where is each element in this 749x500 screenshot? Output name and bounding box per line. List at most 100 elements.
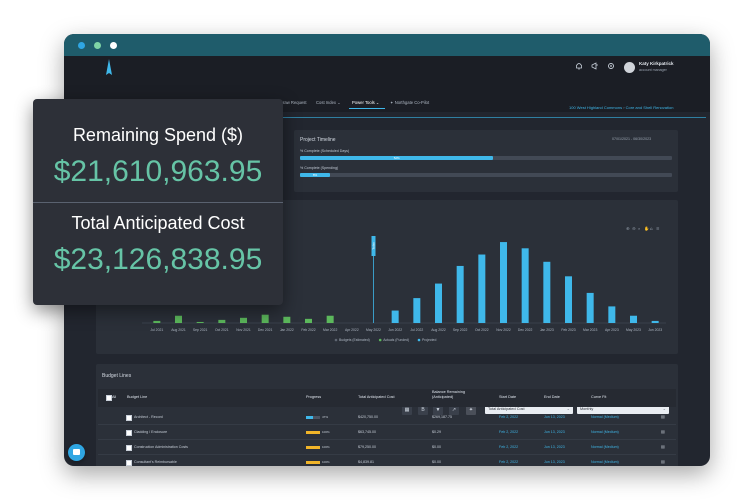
legend-label-0: Budgets (Estimated): [339, 338, 370, 342]
scheduled-progress-text: 52%: [393, 156, 400, 160]
row-details-icon[interactable]: ▤: [661, 459, 665, 464]
bar-actuals-funded--0: [153, 320, 161, 323]
x-tick-label: Oct 2022: [475, 328, 489, 332]
today-marker-label: Today: [372, 242, 376, 250]
nav-northgate-copilot[interactable]: ✦ Northgate Co-Pilot: [390, 100, 429, 105]
x-tick-label: Jun 2022: [388, 328, 402, 332]
nav-power-tools[interactable]: Power Tools ⌄: [352, 100, 379, 105]
row-progress-bar: [306, 446, 320, 449]
col-budget-line[interactable]: Budget Line: [127, 395, 147, 399]
row-progress-bar: [306, 461, 320, 464]
row-checkbox[interactable]: [126, 460, 132, 466]
row-progress-text: 47%: [322, 415, 329, 419]
chevron-down-icon: ⌄: [375, 100, 380, 105]
row-checkbox[interactable]: [126, 430, 132, 436]
window-dot-maximize[interactable]: [110, 42, 117, 49]
menu-icon: ≡: [656, 226, 660, 231]
bar-projected-11: [391, 310, 399, 323]
row-progress-text: 100%: [322, 430, 330, 434]
table-row[interactable]: [98, 410, 676, 425]
table-row[interactable]: [98, 425, 676, 440]
col-curve-fit[interactable]: Curve Fit: [591, 395, 606, 399]
row-details-icon[interactable]: ▤: [661, 414, 665, 419]
x-tick-label: Nov 2021: [236, 328, 251, 332]
row-details-icon[interactable]: ▤: [661, 429, 665, 434]
row-progress-text: 100%: [322, 445, 330, 449]
row-details-icon[interactable]: ▤: [661, 444, 665, 449]
scheduled-progress-bar: 52%: [300, 156, 672, 160]
row-start-date[interactable]: Feb 2, 2022: [499, 460, 518, 464]
chevron-down-icon: ⌄: [337, 100, 341, 105]
row-balance: $0.00: [432, 460, 441, 464]
spend-summary-card: Remaining Spend ($) $21,610,963.95 Total…: [33, 99, 283, 305]
col-progress[interactable]: Progress: [306, 395, 321, 399]
avatar: [624, 62, 635, 73]
x-tick-label: Feb 2022: [301, 328, 315, 332]
row-end-date[interactable]: Jun 13, 2023: [544, 430, 565, 434]
total-cost-value: $23,126,838.95: [53, 243, 263, 276]
row-curve-fit[interactable]: Normal (Medium): [591, 430, 619, 434]
breadcrumb-underline: [274, 117, 706, 118]
x-tick-label: Mar 2022: [323, 328, 337, 332]
breadcrumb: 100 West Highland Commons › Core and She…: [569, 105, 673, 110]
row-end-date[interactable]: Jun 13, 2023: [544, 445, 565, 449]
x-tick-label: May 2022: [366, 328, 381, 332]
budget-line-name: Consultant's Reimbursable: [134, 460, 177, 464]
window-dot-minimize[interactable]: [94, 42, 101, 49]
breadcrumb-phase[interactable]: Core and Shell Renovation: [626, 105, 674, 110]
row-progress-fill: [306, 431, 320, 434]
home-icon: ⌂: [650, 226, 653, 231]
row-total-cost: $4,839.81: [358, 460, 374, 464]
chat-button[interactable]: [68, 444, 85, 461]
x-tick-label: Apr 2022: [345, 328, 359, 332]
nav-power-tools-label: Power Tools: [352, 100, 375, 105]
x-tick-label: Jul 2022: [410, 328, 423, 332]
table-row[interactable]: [98, 455, 676, 466]
row-curve-fit[interactable]: Normal (Medium): [591, 460, 619, 464]
spending-progress-bar: 8%: [300, 173, 672, 177]
row-balance: $0.29: [432, 430, 441, 434]
row-total-cost: $63,745.00: [358, 430, 376, 434]
nav-draw-request[interactable]: Draw Request: [280, 100, 307, 105]
budget-line-name: Cladding / Enclosure: [134, 430, 168, 434]
window-dot-close[interactable]: [78, 42, 85, 49]
x-tick-label: Oct 2021: [215, 328, 229, 332]
col-end-date[interactable]: End Date: [544, 395, 560, 399]
x-tick-label: Jan 2023: [540, 328, 554, 332]
bar-projected-20: [586, 292, 594, 323]
nav-cost-index[interactable]: Cost Index ⌄: [316, 100, 341, 105]
legend-marker-1: [378, 338, 382, 342]
gear-icon[interactable]: [606, 61, 616, 71]
bell-icon[interactable]: [574, 61, 584, 71]
col-start-date[interactable]: Start Date: [499, 395, 516, 399]
col-total-cost[interactable]: Total Anticipated Cost: [358, 395, 395, 399]
megaphone-icon[interactable]: [590, 61, 600, 71]
row-start-date[interactable]: Feb 2, 2022: [499, 445, 518, 449]
magnify-icon: ⌕: [638, 226, 640, 231]
legend-label-2: Projected: [422, 338, 436, 342]
row-curve-fit[interactable]: Normal (Medium): [591, 445, 619, 449]
col-balance[interactable]: Balance Remaining (Anticipated): [432, 390, 480, 400]
breadcrumb-project[interactable]: 100 West Highland Commons: [569, 105, 622, 110]
user-menu[interactable]: Katy Kirkpatrick account manager: [622, 60, 706, 78]
bar-actuals-funded--3: [218, 319, 226, 323]
x-tick-label: Sep 2021: [193, 328, 208, 332]
spending-label: % Complete (Spending): [300, 166, 339, 170]
row-checkbox[interactable]: [126, 445, 132, 451]
bar-projected-15: [478, 254, 486, 323]
logo-icon[interactable]: [105, 59, 113, 77]
row-end-date[interactable]: Jun 13, 2023: [544, 460, 565, 464]
row-end-date[interactable]: Jun 13, 2023: [544, 415, 565, 419]
budget-line-name: Construction Administration Costs: [134, 445, 188, 449]
row-checkbox[interactable]: [126, 415, 132, 421]
bar-actuals-funded--1: [175, 315, 182, 323]
x-tick-label: Nov 2022: [496, 328, 511, 332]
bar-actuals-funded--4: [240, 317, 247, 323]
legend-marker-0: [334, 338, 338, 342]
x-tick-label: Dec 2021: [258, 328, 273, 332]
row-curve-fit[interactable]: Normal (Medium): [591, 415, 619, 419]
row-progress-fill: [306, 446, 320, 449]
total-cost-title: Total Anticipated Cost: [71, 213, 245, 233]
row-start-date[interactable]: Feb 2, 2022: [499, 415, 518, 419]
row-start-date[interactable]: Feb 2, 2022: [499, 430, 518, 434]
